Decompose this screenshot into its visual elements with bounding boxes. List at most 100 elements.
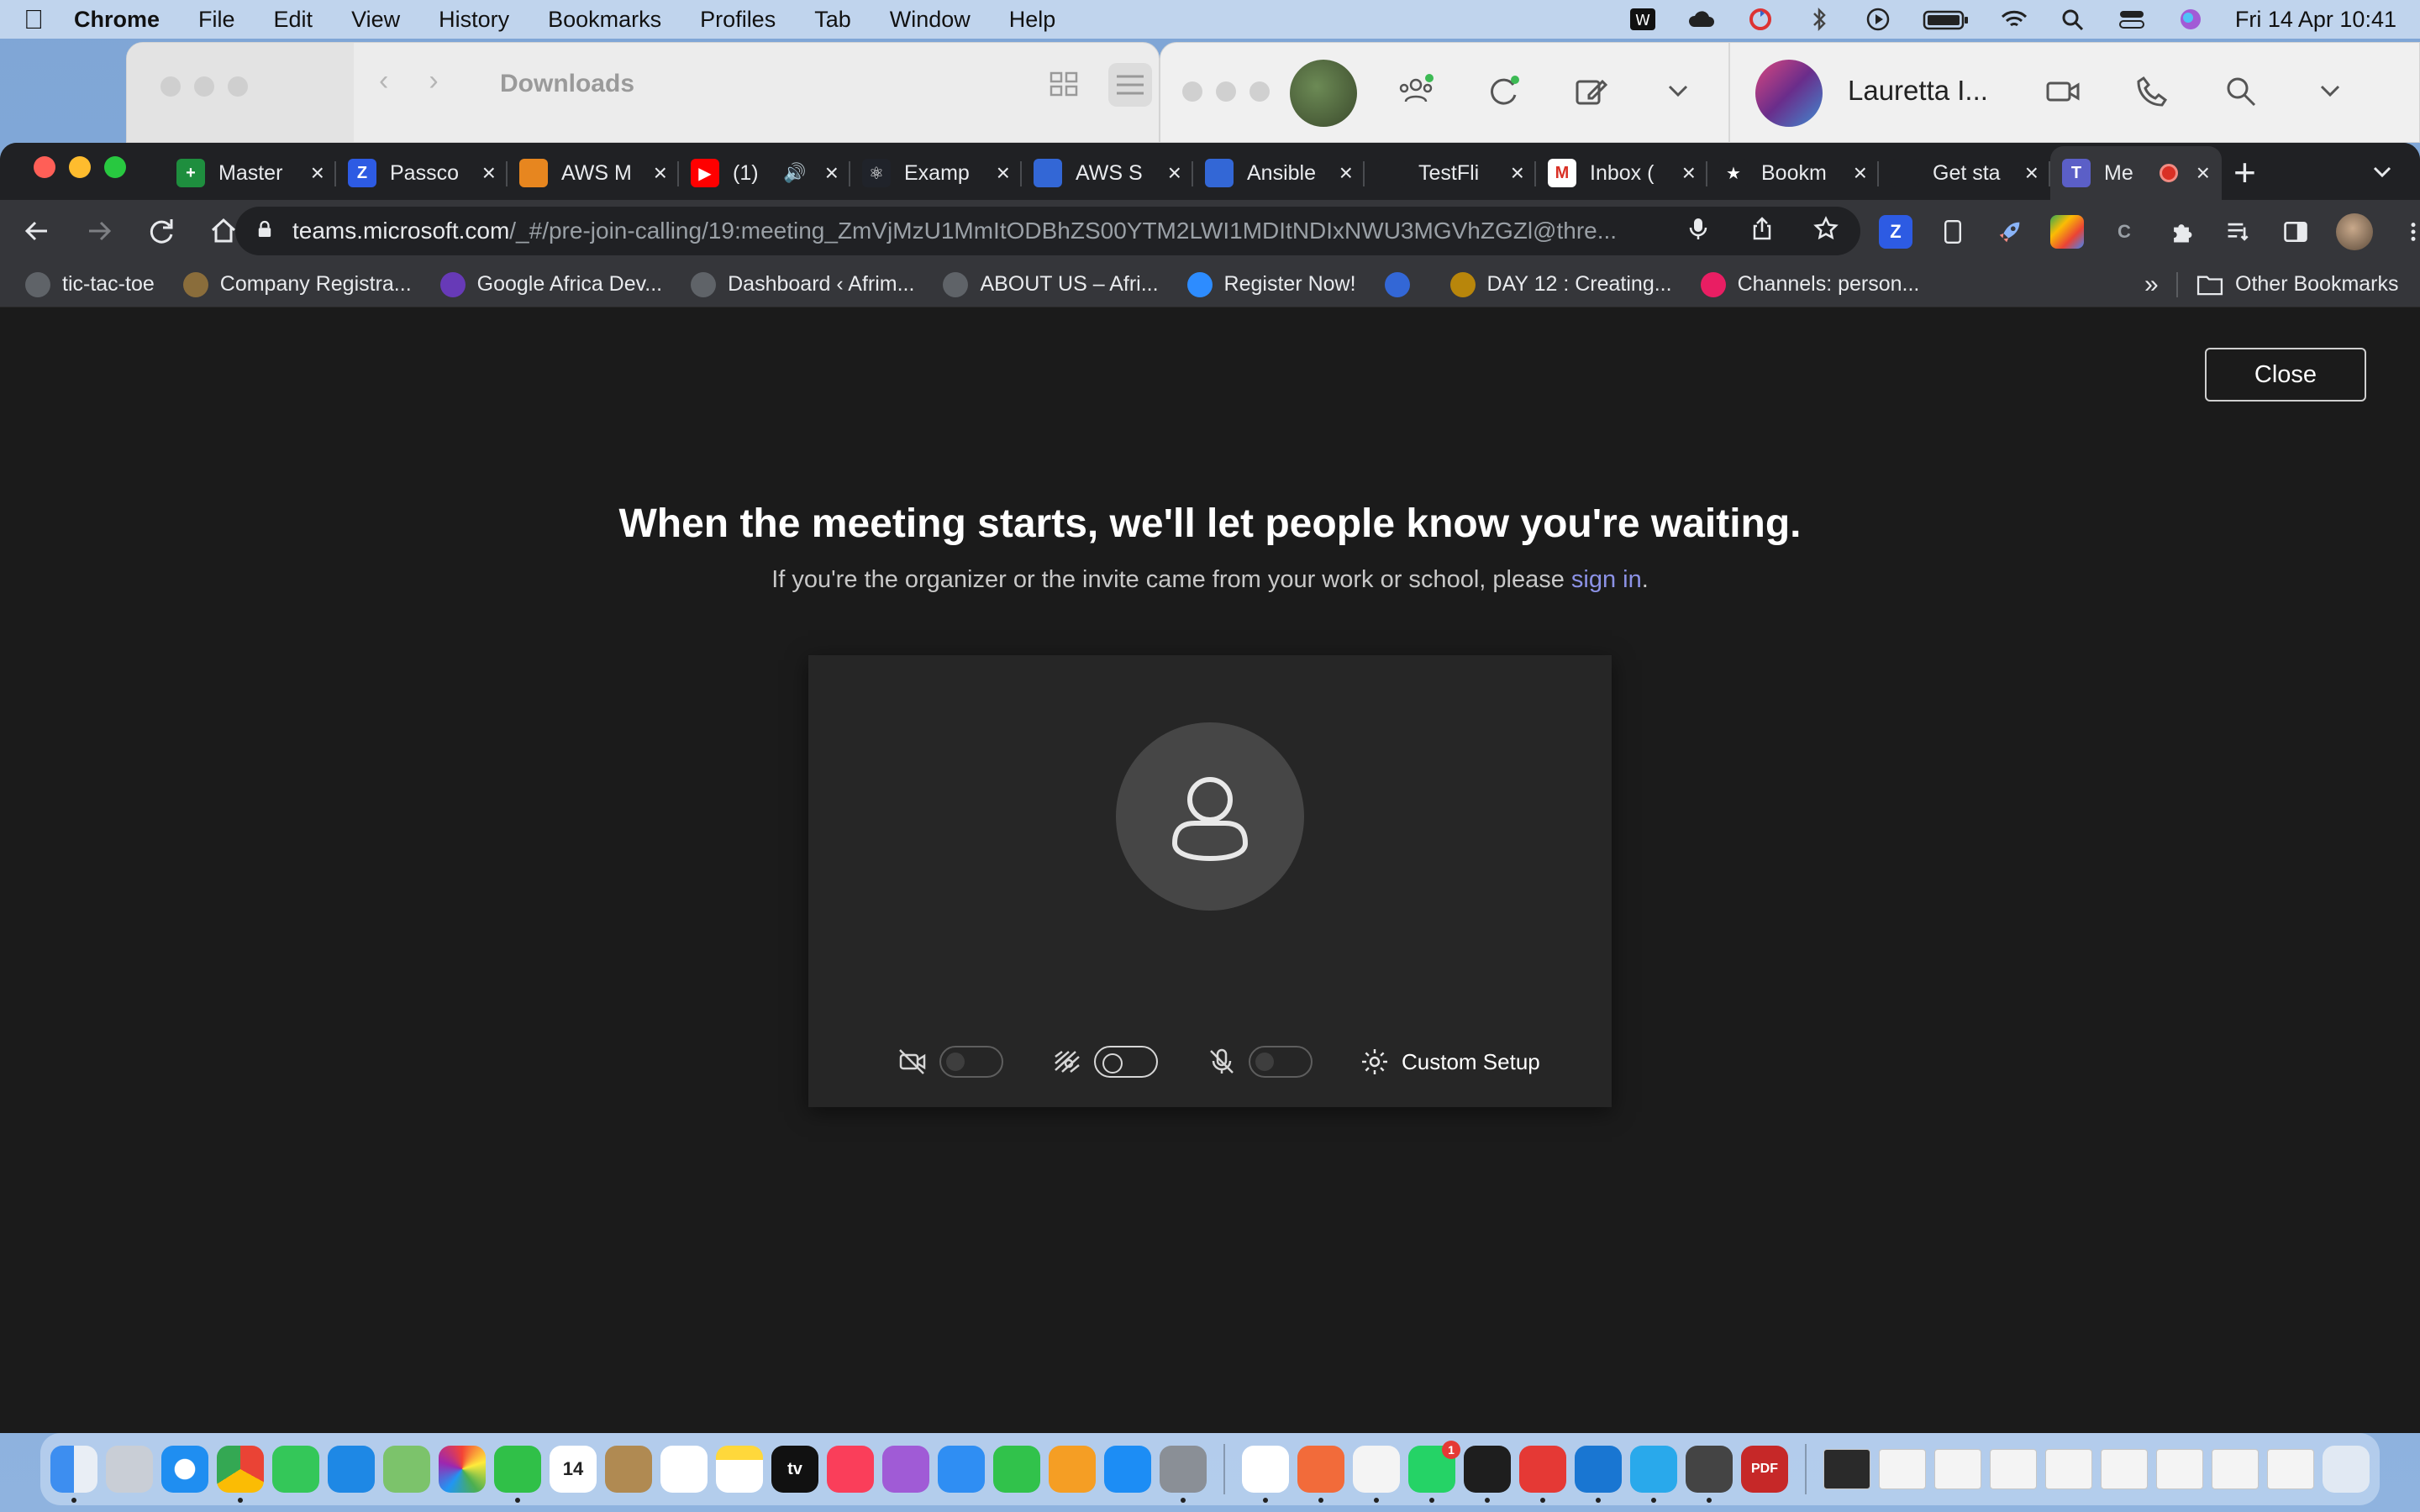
profile-avatar[interactable] xyxy=(2336,213,2373,250)
camera-toggle[interactable] xyxy=(939,1046,1003,1078)
zoom-icon[interactable] xyxy=(228,76,248,97)
numbers-dock-icon[interactable] xyxy=(993,1446,1040,1493)
extensions-puzzle-icon[interactable] xyxy=(2165,215,2198,249)
side-panel-icon[interactable] xyxy=(2279,215,2312,249)
chevron-down-icon[interactable] xyxy=(2310,71,2350,116)
forward-icon[interactable] xyxy=(82,214,116,248)
microphone-icon[interactable] xyxy=(1686,216,1711,247)
contacts-dock-icon[interactable] xyxy=(605,1446,652,1493)
menu-bookmarks[interactable]: Bookmarks xyxy=(548,7,661,33)
notes-dock-icon[interactable] xyxy=(716,1446,763,1493)
minimize-icon[interactable] xyxy=(1216,81,1236,102)
battery-icon[interactable] xyxy=(1923,7,1970,32)
tab-close-icon[interactable]: × xyxy=(825,160,839,186)
new-tab-button[interactable]: + xyxy=(2233,150,2256,195)
close-icon[interactable] xyxy=(34,156,55,178)
bookmark-item[interactable]: DAY 12 : Creating... xyxy=(1449,271,1672,297)
wps-office-dock-icon[interactable] xyxy=(1519,1446,1566,1503)
minimize-icon[interactable] xyxy=(69,156,91,178)
close-button[interactable]: Close xyxy=(2205,348,2366,402)
telegram-dock-icon[interactable] xyxy=(1630,1446,1677,1503)
browser-tab[interactable]: Get sta × xyxy=(1879,146,2050,200)
bookmark-star-icon[interactable] xyxy=(1813,215,1839,247)
menu-app-chrome[interactable]: Chrome xyxy=(74,7,160,33)
microphone-toggle[interactable] xyxy=(1249,1046,1313,1078)
contact-avatar[interactable] xyxy=(1755,60,1823,127)
bookmark-item[interactable] xyxy=(1384,271,1422,297)
address-bar[interactable]: teams.microsoft.com/_#/pre-join-calling/… xyxy=(235,207,1860,255)
textedit-dock-icon[interactable] xyxy=(1353,1446,1400,1503)
zoom-icon[interactable] xyxy=(104,156,126,178)
minimized-window-thumbnail[interactable] xyxy=(1990,1449,2037,1489)
icon-view-icon[interactable] xyxy=(1043,63,1086,107)
browser-tab[interactable]: ▶ (1) 🔊 × xyxy=(679,146,850,200)
camera-off-icon[interactable] xyxy=(896,1045,929,1079)
browser-tab[interactable]: T Me × xyxy=(2050,146,2222,200)
finder-dock-icon[interactable] xyxy=(50,1446,97,1503)
share-icon[interactable] xyxy=(1749,216,1775,247)
menu-bar-clock[interactable]: Fri 14 Apr 10:41 xyxy=(2235,7,2396,33)
menu-window[interactable]: Window xyxy=(890,7,971,33)
tab-close-icon[interactable]: × xyxy=(1339,160,1353,186)
bookmark-item[interactable]: ABOUT US – Afri... xyxy=(943,271,1159,297)
browser-tab[interactable]: AWS S × xyxy=(1022,146,1193,200)
terminal-dock-icon[interactable] xyxy=(1464,1446,1511,1503)
app-store-dock-icon[interactable] xyxy=(1104,1446,1151,1493)
spotlight-search-icon[interactable] xyxy=(2059,7,2087,32)
browser-tab[interactable]: ★ Bookm × xyxy=(1707,146,1879,200)
reload-icon[interactable] xyxy=(145,214,178,248)
minimized-window-thumbnail[interactable] xyxy=(2267,1449,2314,1489)
tab-close-icon[interactable]: × xyxy=(654,160,667,186)
zoom-icon[interactable] xyxy=(1249,81,1270,102)
browser-tab[interactable]: + Master × xyxy=(165,146,336,200)
wifi-icon[interactable] xyxy=(2000,7,2028,32)
photos-dock-icon[interactable] xyxy=(439,1446,486,1493)
tab-close-icon[interactable]: × xyxy=(1168,160,1181,186)
trash-dock-icon[interactable] xyxy=(2323,1446,2370,1493)
tab-close-icon[interactable]: × xyxy=(1682,160,1696,186)
bookmark-item[interactable]: Company Registra... xyxy=(182,271,412,297)
close-icon[interactable] xyxy=(1182,81,1202,102)
menu-profiles[interactable]: Profiles xyxy=(700,7,776,33)
wps-office-status-icon[interactable]: W xyxy=(1628,7,1657,32)
system-settings-dock-icon[interactable] xyxy=(1160,1446,1207,1503)
user-avatar[interactable] xyxy=(1290,60,1357,127)
menu-file[interactable]: File xyxy=(198,7,235,33)
safari-dock-icon[interactable] xyxy=(161,1446,208,1493)
bookmark-item[interactable]: Dashboard ‹ Afrim... xyxy=(691,271,914,297)
siri-icon[interactable] xyxy=(2176,7,2205,32)
menu-help[interactable]: Help xyxy=(1009,7,1056,33)
minimized-window-thumbnail[interactable] xyxy=(1823,1449,1870,1489)
reminders-dock-icon[interactable] xyxy=(660,1446,708,1493)
chevron-down-icon[interactable] xyxy=(1658,71,1698,116)
browser-tab[interactable]: AWS M × xyxy=(508,146,679,200)
menu-edit[interactable]: Edit xyxy=(274,7,313,33)
list-view-icon[interactable] xyxy=(1108,63,1152,107)
tab-close-icon[interactable]: × xyxy=(1511,160,1524,186)
minimize-icon[interactable] xyxy=(194,76,214,97)
tab-search-icon[interactable] xyxy=(2370,160,2395,189)
play-icon[interactable] xyxy=(1864,7,1892,32)
minimized-window-thumbnail[interactable] xyxy=(1934,1449,1981,1489)
refresh-icon[interactable] xyxy=(1483,71,1523,116)
people-icon[interactable] xyxy=(1396,71,1436,116)
chrome-menu-icon[interactable] xyxy=(2396,215,2420,249)
menu-view[interactable]: View xyxy=(351,7,400,33)
chrome-dock-icon[interactable] xyxy=(217,1446,264,1503)
video-call-icon[interactable] xyxy=(2043,71,2083,116)
browser-tab[interactable]: Ansible × xyxy=(1193,146,1365,200)
minimized-window-thumbnail[interactable] xyxy=(2101,1449,2148,1489)
compose-icon[interactable] xyxy=(1570,71,1611,116)
tab-close-icon[interactable]: × xyxy=(997,160,1010,186)
music-dock-icon[interactable] xyxy=(827,1446,874,1493)
bookmark-item[interactable]: Register Now! xyxy=(1186,271,1356,297)
tab-audio-icon[interactable]: 🔊 xyxy=(783,162,806,184)
minimized-window-thumbnail[interactable] xyxy=(1879,1449,1926,1489)
browser-tab[interactable]: TestFli × xyxy=(1365,146,1536,200)
tab-close-icon[interactable]: × xyxy=(311,160,324,186)
utility-dock-icon[interactable] xyxy=(1686,1446,1733,1503)
apple-tv-dock-icon[interactable]: tv xyxy=(771,1446,818,1493)
zoho-extension-icon[interactable]: Z xyxy=(1879,215,1912,249)
colorful-extension-icon[interactable] xyxy=(2050,215,2084,249)
browser-tab[interactable]: ⚛ Examp × xyxy=(850,146,1022,200)
